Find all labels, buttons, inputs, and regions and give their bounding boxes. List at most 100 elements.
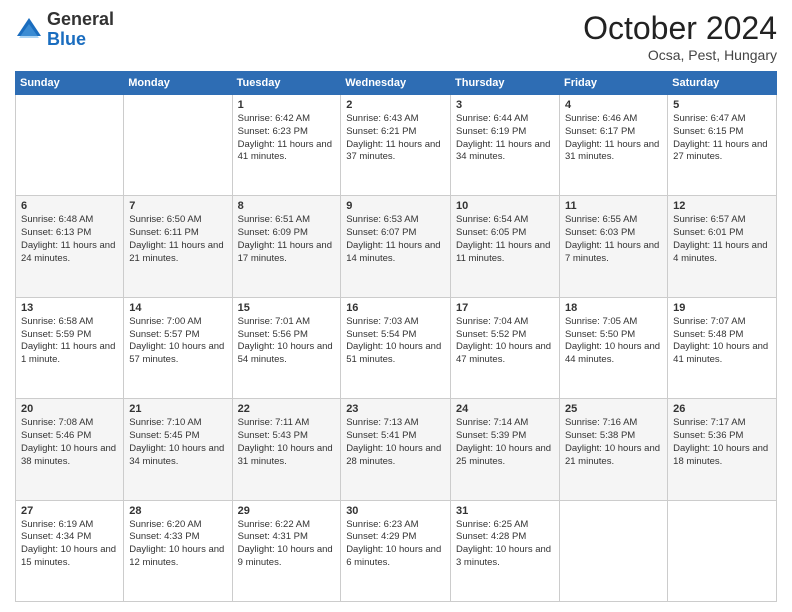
cell-info: Sunrise: 6:23 AM Sunset: 4:29 PM Dayligh…	[346, 519, 445, 570]
cell-0-6: 5Sunrise: 6:47 AM Sunset: 6:15 PM Daylig…	[668, 95, 777, 196]
cell-info: Sunrise: 6:51 AM Sunset: 6:09 PM Dayligh…	[238, 214, 336, 265]
day-number: 23	[346, 403, 445, 415]
day-number: 20	[21, 403, 118, 415]
col-sunday: Sunday	[16, 72, 124, 95]
day-number: 19	[673, 302, 771, 314]
cell-info: Sunrise: 7:14 AM Sunset: 5:39 PM Dayligh…	[456, 417, 554, 468]
logo-general-text: General	[47, 9, 114, 29]
day-number: 28	[129, 505, 226, 517]
cell-info: Sunrise: 6:20 AM Sunset: 4:33 PM Dayligh…	[129, 519, 226, 570]
cell-2-0: 13Sunrise: 6:58 AM Sunset: 5:59 PM Dayli…	[16, 297, 124, 398]
cell-info: Sunrise: 7:07 AM Sunset: 5:48 PM Dayligh…	[673, 316, 771, 367]
cell-0-5: 4 Sunrise: 6:46 AM Sunset: 6:17 PM Daylig…	[559, 95, 667, 196]
day-number: 24	[456, 403, 554, 415]
cell-3-0: 20 Sunrise: 7:08 AM Sunset: 5:46 PM Dayli…	[16, 399, 124, 500]
cell-4-3: 30 Sunrise: 6:23 AM Sunset: 4:29 PM Dayli…	[341, 500, 451, 601]
cell-info: Sunrise: 6:19 AM Sunset: 4:34 PM Dayligh…	[21, 519, 118, 570]
day-number: 8	[238, 200, 336, 212]
day-number: 18	[565, 302, 662, 314]
week-row-3: 13Sunrise: 6:58 AM Sunset: 5:59 PM Dayli…	[16, 297, 777, 398]
cell-4-5	[559, 500, 667, 601]
cell-2-3: 16Sunrise: 7:03 AM Sunset: 5:54 PM Dayli…	[341, 297, 451, 398]
cell-info: Sunrise: 7:01 AM Sunset: 5:56 PM Dayligh…	[238, 316, 336, 367]
cell-0-3: 2Sunrise: 6:43 AM Sunset: 6:21 PM Daylig…	[341, 95, 451, 196]
cell-4-0: 27 Sunrise: 6:19 AM Sunset: 4:34 PM Dayli…	[16, 500, 124, 601]
day-number: 2	[346, 99, 445, 111]
cell-1-3: 9 Sunrise: 6:53 AM Sunset: 6:07 PM Daylig…	[341, 196, 451, 297]
cell-info: Sunrise: 6:53 AM Sunset: 6:07 PM Dayligh…	[346, 214, 445, 265]
cell-info: Sunrise: 6:58 AM Sunset: 5:59 PM Dayligh…	[21, 316, 118, 367]
day-number: 6	[21, 200, 118, 212]
cell-info: Sunrise: 7:10 AM Sunset: 5:45 PM Dayligh…	[129, 417, 226, 468]
cell-info: Sunrise: 7:16 AM Sunset: 5:38 PM Dayligh…	[565, 417, 662, 468]
cell-info: Sunrise: 6:55 AM Sunset: 6:03 PM Dayligh…	[565, 214, 662, 265]
cell-info: Sunrise: 7:08 AM Sunset: 5:46 PM Dayligh…	[21, 417, 118, 468]
cell-1-4: 10 Sunrise: 6:54 AM Sunset: 6:05 PM Dayli…	[451, 196, 560, 297]
cell-info: Sunrise: 7:13 AM Sunset: 5:41 PM Dayligh…	[346, 417, 445, 468]
day-number: 29	[238, 505, 336, 517]
day-number: 30	[346, 505, 445, 517]
logo: General Blue	[15, 10, 114, 50]
cell-0-2: 1 Sunrise: 6:42 AM Sunset: 6:23 PM Daylig…	[232, 95, 341, 196]
cell-info: Sunrise: 7:04 AM Sunset: 5:52 PM Dayligh…	[456, 316, 554, 367]
col-thursday: Thursday	[451, 72, 560, 95]
day-number: 15	[238, 302, 336, 314]
col-monday: Monday	[124, 72, 232, 95]
cell-2-5: 18 Sunrise: 7:05 AM Sunset: 5:50 PM Dayli…	[559, 297, 667, 398]
day-number: 5	[673, 99, 771, 111]
day-number: 27	[21, 505, 118, 517]
title-block: October 2024 Ocsa, Pest, Hungary	[583, 10, 777, 63]
cell-info: Sunrise: 6:44 AM Sunset: 6:19 PM Dayligh…	[456, 113, 554, 164]
col-wednesday: Wednesday	[341, 72, 451, 95]
header: General Blue October 2024 Ocsa, Pest, Hu…	[15, 10, 777, 63]
day-number: 21	[129, 403, 226, 415]
cell-info: Sunrise: 6:25 AM Sunset: 4:28 PM Dayligh…	[456, 519, 554, 570]
day-number: 7	[129, 200, 226, 212]
week-row-2: 6 Sunrise: 6:48 AM Sunset: 6:13 PM Daylig…	[16, 196, 777, 297]
cell-info: Sunrise: 7:17 AM Sunset: 5:36 PM Dayligh…	[673, 417, 771, 468]
location: Ocsa, Pest, Hungary	[583, 47, 777, 63]
cell-info: Sunrise: 6:42 AM Sunset: 6:23 PM Dayligh…	[238, 113, 336, 164]
col-tuesday: Tuesday	[232, 72, 341, 95]
cell-4-2: 29Sunrise: 6:22 AM Sunset: 4:31 PM Dayli…	[232, 500, 341, 601]
cell-3-2: 22Sunrise: 7:11 AM Sunset: 5:43 PM Dayli…	[232, 399, 341, 500]
day-number: 10	[456, 200, 554, 212]
cell-info: Sunrise: 7:05 AM Sunset: 5:50 PM Dayligh…	[565, 316, 662, 367]
cell-0-1	[124, 95, 232, 196]
day-number: 1	[238, 99, 336, 111]
cell-2-4: 17 Sunrise: 7:04 AM Sunset: 5:52 PM Dayli…	[451, 297, 560, 398]
cell-3-4: 24 Sunrise: 7:14 AM Sunset: 5:39 PM Dayli…	[451, 399, 560, 500]
cell-3-6: 26Sunrise: 7:17 AM Sunset: 5:36 PM Dayli…	[668, 399, 777, 500]
day-number: 25	[565, 403, 662, 415]
day-number: 14	[129, 302, 226, 314]
day-number: 11	[565, 200, 662, 212]
cell-2-6: 19 Sunrise: 7:07 AM Sunset: 5:48 PM Dayli…	[668, 297, 777, 398]
cell-1-0: 6 Sunrise: 6:48 AM Sunset: 6:13 PM Daylig…	[16, 196, 124, 297]
cell-info: Sunrise: 6:57 AM Sunset: 6:01 PM Dayligh…	[673, 214, 771, 265]
calendar-table: Sunday Monday Tuesday Wednesday Thursday…	[15, 71, 777, 602]
day-number: 16	[346, 302, 445, 314]
cell-1-6: 12 Sunrise: 6:57 AM Sunset: 6:01 PM Dayli…	[668, 196, 777, 297]
logo-text: General Blue	[47, 10, 114, 50]
logo-blue-text: Blue	[47, 29, 86, 49]
page: General Blue October 2024 Ocsa, Pest, Hu…	[0, 0, 792, 612]
header-row: Sunday Monday Tuesday Wednesday Thursday…	[16, 72, 777, 95]
logo-icon	[15, 16, 43, 44]
cell-info: Sunrise: 6:48 AM Sunset: 6:13 PM Dayligh…	[21, 214, 118, 265]
col-saturday: Saturday	[668, 72, 777, 95]
cell-3-5: 25 Sunrise: 7:16 AM Sunset: 5:38 PM Dayli…	[559, 399, 667, 500]
cell-info: Sunrise: 6:50 AM Sunset: 6:11 PM Dayligh…	[129, 214, 226, 265]
cell-info: Sunrise: 7:00 AM Sunset: 5:57 PM Dayligh…	[129, 316, 226, 367]
cell-info: Sunrise: 7:11 AM Sunset: 5:43 PM Dayligh…	[238, 417, 336, 468]
cell-2-1: 14 Sunrise: 7:00 AM Sunset: 5:57 PM Dayli…	[124, 297, 232, 398]
cell-4-6	[668, 500, 777, 601]
cell-1-2: 8 Sunrise: 6:51 AM Sunset: 6:09 PM Daylig…	[232, 196, 341, 297]
cell-info: Sunrise: 6:46 AM Sunset: 6:17 PM Dayligh…	[565, 113, 662, 164]
cell-info: Sunrise: 6:54 AM Sunset: 6:05 PM Dayligh…	[456, 214, 554, 265]
day-number: 17	[456, 302, 554, 314]
cell-4-4: 31Sunrise: 6:25 AM Sunset: 4:28 PM Dayli…	[451, 500, 560, 601]
day-number: 4	[565, 99, 662, 111]
day-number: 12	[673, 200, 771, 212]
day-number: 9	[346, 200, 445, 212]
cell-3-1: 21 Sunrise: 7:10 AM Sunset: 5:45 PM Dayli…	[124, 399, 232, 500]
